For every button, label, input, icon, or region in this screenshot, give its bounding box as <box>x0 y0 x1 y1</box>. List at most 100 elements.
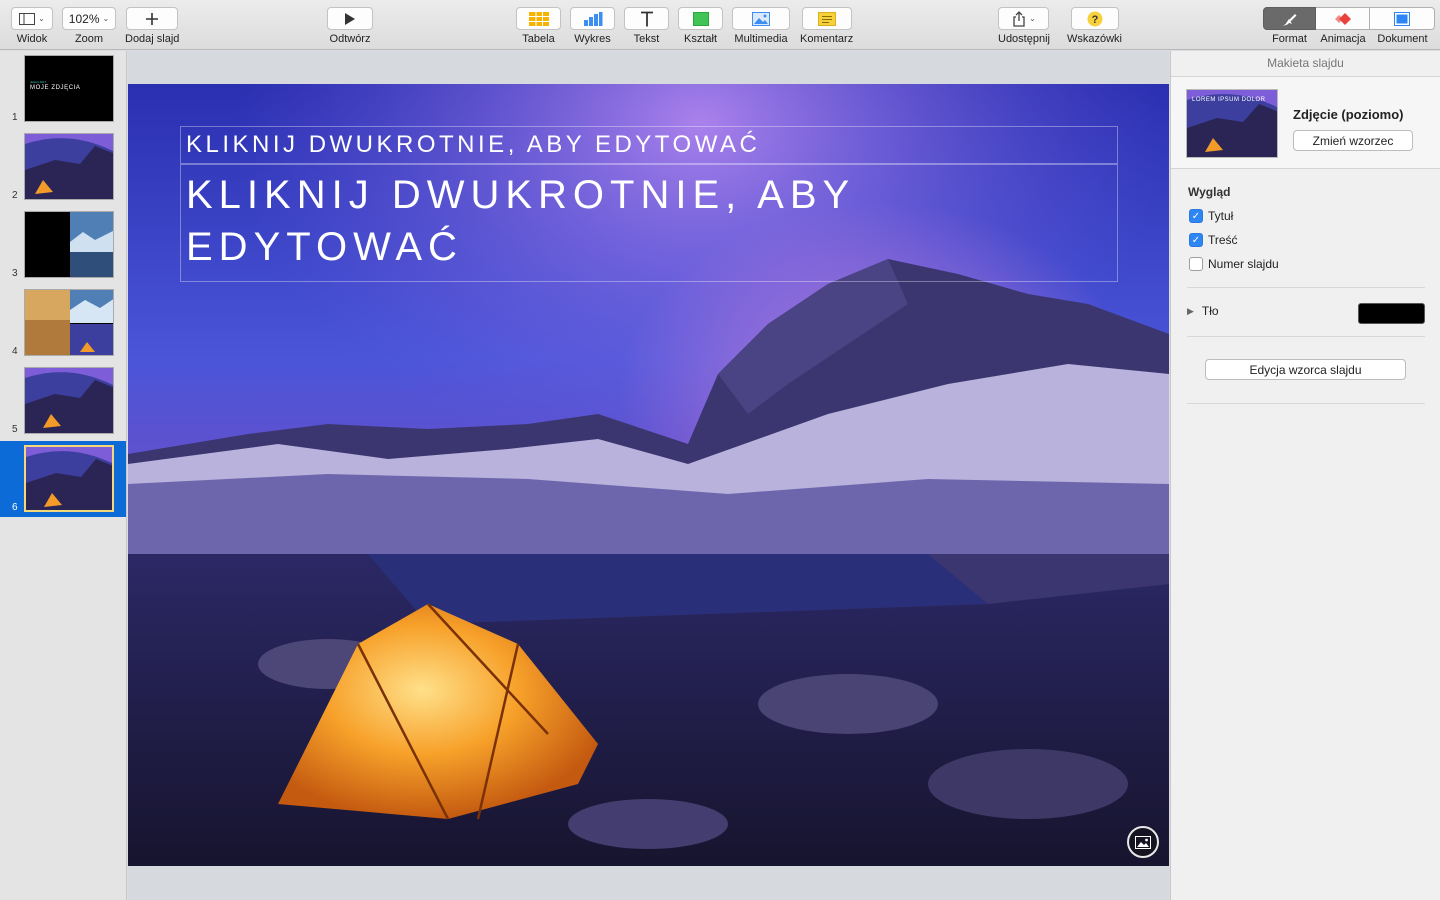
play-button[interactable] <box>327 7 373 30</box>
slide-thumbnail[interactable] <box>24 367 114 434</box>
slide-thumbnail-row[interactable]: 4 <box>0 285 126 361</box>
zoom-button[interactable]: 102% ⌄ <box>62 7 116 30</box>
replace-media-button[interactable] <box>1127 826 1159 858</box>
chart-label: Wykres <box>574 33 611 45</box>
tent-photo-thumb <box>26 447 112 510</box>
chart-button[interactable] <box>570 7 615 30</box>
bar-chart-icon <box>583 11 602 26</box>
table-control[interactable]: Tabela <box>516 7 561 45</box>
chevron-down-icon: ⌄ <box>102 14 110 23</box>
inspector-tabs <box>1263 7 1435 30</box>
view-button[interactable]: ⌄ <box>11 7 53 30</box>
comment-label: Komentarz <box>800 33 854 45</box>
title-checkbox-row[interactable]: ✓ Tytuł <box>1189 209 1233 223</box>
play-control[interactable]: Odtwórz <box>327 7 373 45</box>
change-master-button[interactable]: Zmień wzorzec <box>1293 130 1413 151</box>
animate-tab[interactable] <box>1316 7 1370 30</box>
text-button[interactable] <box>624 7 669 30</box>
slide-thumbnail[interactable] <box>24 211 114 278</box>
subtitle-placeholder[interactable]: KLIKNIJ DWUKROTNIE, ABY EDYTOWAĆ <box>180 126 1118 164</box>
background-row[interactable]: ▶ Tło <box>1187 304 1219 318</box>
zoom-value: 102% <box>68 11 100 26</box>
document-label: Dokument <box>1377 33 1428 45</box>
tips-button[interactable]: ? <box>1070 7 1119 30</box>
table-button[interactable] <box>516 7 561 30</box>
share-label: Udostępnij <box>998 33 1050 45</box>
tent-photo-thumb <box>25 368 113 433</box>
body-checkbox-row[interactable]: ✓ Treść <box>1189 233 1238 247</box>
body-checkbox-label: Treść <box>1208 233 1238 247</box>
media-label: Multimedia <box>734 33 788 45</box>
collage-photo-thumb <box>25 290 113 355</box>
title-placeholder[interactable]: KLIKNIJ DWUKROTNIE, ABY EDYTOWAĆ <box>180 164 1118 282</box>
slide-thumb-title: MOJE ZDJĘCIA <box>30 85 81 91</box>
media-control[interactable]: Multimedia <box>732 7 790 45</box>
tips-label: Wskazówki <box>1067 33 1123 45</box>
slide-thumbnail-row[interactable]: 5 <box>0 363 126 439</box>
tips-control[interactable]: ? Wskazówki <box>1067 7 1122 45</box>
appearance-title: Wygląd <box>1188 185 1231 199</box>
comment-control[interactable]: Komentarz <box>800 7 853 45</box>
background-label: Tło <box>1201 304 1219 318</box>
slide-thumbnail[interactable]: Jesień 2017 MOJE ZDJĘCIA <box>24 55 114 122</box>
help-icon: ? <box>1087 11 1102 26</box>
view-control[interactable]: ⌄ Widok <box>11 7 53 45</box>
slide-thumbnail[interactable] <box>24 445 114 512</box>
document-tab[interactable] <box>1370 7 1435 30</box>
text-control[interactable]: Tekst <box>624 7 669 45</box>
edit-master-slide-button[interactable]: Edycja wzorca slajdu <box>1205 359 1406 380</box>
master-name: Zdjęcie (poziomo) <box>1293 107 1404 122</box>
divider <box>1187 403 1425 404</box>
slide-thumbnail[interactable] <box>24 133 114 200</box>
chevron-down-icon: ⌄ <box>1029 14 1036 23</box>
format-label: Format <box>1272 33 1307 45</box>
slide[interactable]: KLIKNIJ DWUKROTNIE, ABY EDYTOWAĆ KLIKNIJ… <box>128 84 1169 866</box>
comment-icon <box>817 11 836 26</box>
slide-thumb-kicker: Jesień 2017 <box>30 80 47 84</box>
share-control[interactable]: ⌄ Udostępnij <box>998 7 1050 45</box>
share-icon <box>1013 10 1025 27</box>
comment-button[interactable] <box>801 7 852 30</box>
slide-canvas[interactable]: KLIKNIJ DWUKROTNIE, ABY EDYTOWAĆ KLIKNIJ… <box>128 51 1169 900</box>
play-label: Odtwórz <box>329 33 371 45</box>
chevron-down-icon: ⌄ <box>38 14 45 23</box>
title-checkbox-label: Tytuł <box>1208 209 1234 223</box>
add-slide-label: Dodaj slajd <box>125 33 180 45</box>
chart-control[interactable]: Wykres <box>570 7 615 45</box>
diamond-icon <box>1334 12 1351 25</box>
slide-thumbnail-row[interactable]: 2 <box>0 129 126 205</box>
disclosure-triangle-icon[interactable]: ▶ <box>1187 306 1194 317</box>
add-slide-button[interactable] <box>126 7 179 30</box>
add-slide-control[interactable]: Dodaj slajd <box>125 7 179 45</box>
shape-control[interactable]: Kształt <box>678 7 723 45</box>
slide-number-checkbox-label: Numer slajdu <box>1208 257 1279 271</box>
master-thumb-title: LOREM IPSUM DOLOR <box>1192 97 1266 103</box>
master-thumbnail[interactable]: LOREM IPSUM DOLOR <box>1186 89 1278 158</box>
inspector-header: Makieta slajdu <box>1171 51 1440 77</box>
slide-thumbnail[interactable] <box>24 289 114 356</box>
title-checkbox[interactable]: ✓ <box>1189 209 1203 223</box>
toolbar: ⌄ Widok 102% ⌄ Zoom Dodaj slajd Odtwórz … <box>0 0 1440 50</box>
shape-icon <box>692 11 709 26</box>
format-tab[interactable] <box>1263 7 1316 30</box>
slide-number-checkbox-row[interactable]: Numer slajdu <box>1189 257 1279 271</box>
view-label: Widok <box>16 33 48 45</box>
slide-thumbnail-row[interactable]: 3 <box>0 207 126 283</box>
shape-button[interactable] <box>678 7 723 30</box>
tent-photo-thumb <box>25 134 113 199</box>
body-checkbox[interactable]: ✓ <box>1189 233 1203 247</box>
slide-number-checkbox[interactable] <box>1189 257 1203 271</box>
slide-thumbnail-row-selected[interactable]: 6 <box>0 441 126 517</box>
background-color-well[interactable] <box>1358 303 1425 324</box>
media-button[interactable] <box>732 7 790 30</box>
slide-thumbnail-row[interactable]: Jesień 2017 MOJE ZDJĘCIA 1 <box>0 51 126 127</box>
master-section: LOREM IPSUM DOLOR Zdjęcie (poziomo) <box>1171 77 1440 169</box>
play-icon <box>345 12 355 25</box>
divider <box>1187 287 1425 288</box>
text-icon <box>640 11 653 26</box>
share-button[interactable]: ⌄ <box>998 7 1050 30</box>
zoom-control[interactable]: 102% ⌄ Zoom <box>62 7 116 45</box>
text-label: Tekst <box>633 33 660 45</box>
paintbrush-icon <box>1282 13 1296 25</box>
slide-navigator: Jesień 2017 MOJE ZDJĘCIA 1 2 3 4 5 6 <box>0 51 127 900</box>
